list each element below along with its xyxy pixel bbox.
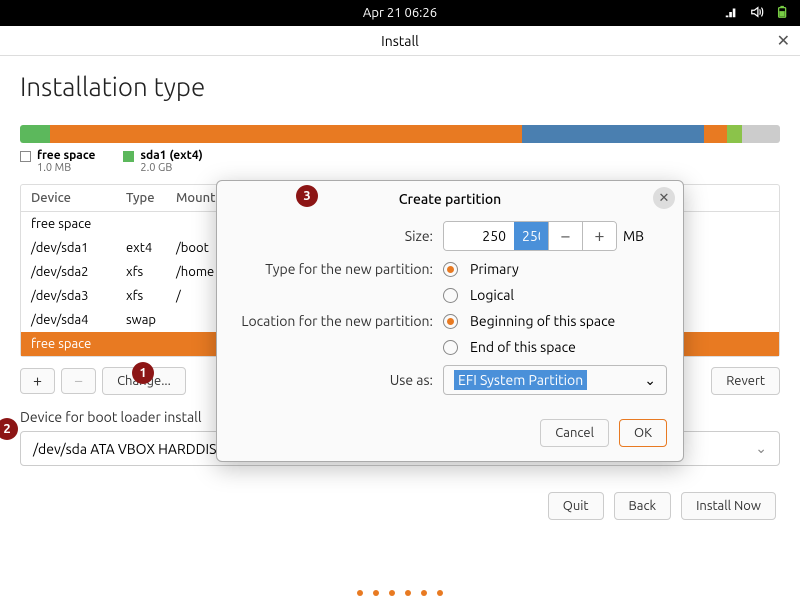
size-input[interactable] — [444, 222, 514, 250]
volume-icon[interactable] — [750, 5, 764, 22]
size-label: Size: — [233, 228, 443, 244]
increment-button[interactable]: + — [582, 222, 616, 250]
chevron-down-icon: ⌄ — [755, 440, 767, 457]
size-unit: MB — [623, 228, 644, 244]
radio-beginning[interactable] — [443, 314, 458, 329]
cancel-button[interactable]: Cancel — [540, 419, 609, 447]
use-as-select[interactable]: EFI System Partition ⌄ — [443, 365, 667, 395]
revert-button[interactable]: Revert — [711, 367, 780, 395]
create-partition-dialog: Create partition ✕ Size: − + MB Type for… — [216, 180, 684, 462]
radio-end[interactable] — [443, 340, 458, 355]
window-titlebar: Install ✕ — [0, 26, 800, 56]
install-now-button[interactable]: Install Now — [681, 492, 776, 520]
chevron-down-icon: ⌄ — [644, 372, 656, 389]
annotation-3: 3 — [296, 185, 318, 207]
disk-legend: free space 1.0 MB sda1 (ext4) 2.0 GB — [20, 149, 780, 174]
size-input-selected[interactable] — [514, 222, 548, 250]
window-title: Install — [381, 33, 419, 49]
remove-partition-button[interactable]: − — [61, 368, 96, 394]
network-icon[interactable] — [724, 5, 738, 22]
close-icon[interactable]: ✕ — [777, 31, 790, 50]
system-topbar: Apr 21 06:26 — [0, 0, 800, 26]
quit-button[interactable]: Quit — [548, 492, 604, 520]
disk-usage-bar — [20, 125, 780, 143]
add-partition-button[interactable]: + — [20, 368, 55, 394]
page-title: Installation type — [20, 72, 780, 101]
back-button[interactable]: Back — [614, 492, 672, 520]
decrement-button[interactable]: − — [548, 222, 582, 250]
ok-button[interactable]: OK — [619, 419, 667, 447]
dialog-title: Create partition ✕ — [217, 181, 683, 217]
footer-buttons: Quit Back Install Now — [20, 492, 780, 520]
radio-primary[interactable] — [443, 262, 458, 277]
use-as-label: Use as: — [233, 372, 443, 388]
size-spinner: − + — [443, 221, 617, 251]
legend-free-space: free space 1.0 MB — [20, 149, 95, 174]
battery-icon[interactable] — [776, 5, 790, 22]
radio-logical[interactable] — [443, 288, 458, 303]
pager-dots — [357, 590, 443, 596]
legend-sda1: sda1 (ext4) 2.0 GB — [123, 149, 202, 174]
annotation-1: 1 — [132, 362, 154, 384]
location-label: Location for the new partition: — [233, 313, 443, 329]
clock-text: Apr 21 06:26 — [363, 6, 437, 20]
type-label: Type for the new partition: — [233, 261, 443, 277]
close-icon[interactable]: ✕ — [653, 187, 675, 209]
system-tray — [724, 5, 790, 22]
